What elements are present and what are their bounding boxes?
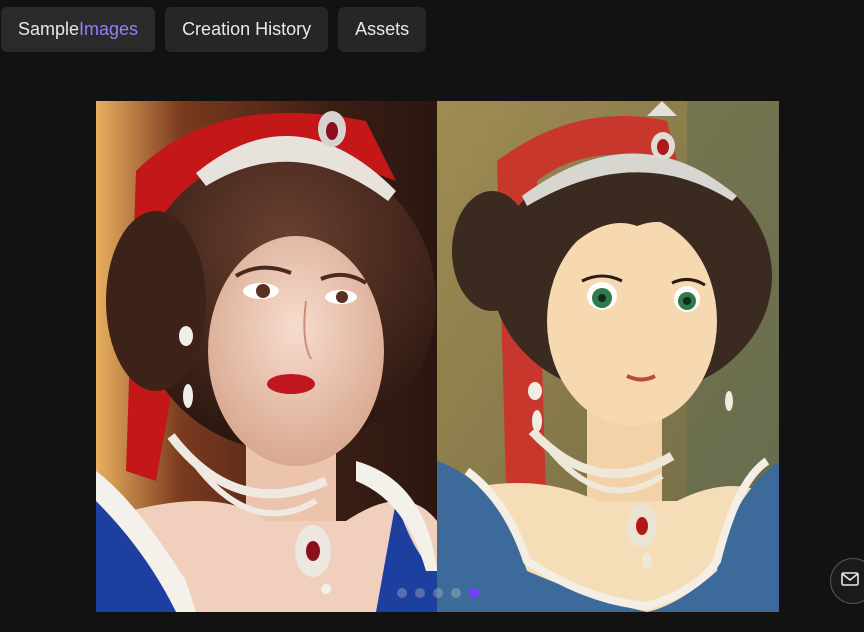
carousel-indicator	[397, 588, 479, 598]
anime-style-image	[437, 101, 779, 612]
page: Sample Images Creation History Assets	[0, 0, 864, 632]
carousel-dot[interactable]	[433, 588, 443, 598]
tab-label: Sample	[18, 19, 80, 39]
tab-bar: Sample Images Creation History Assets	[1, 7, 427, 52]
tab-creation-history[interactable]: Creation History	[165, 7, 329, 52]
carousel-dot-active[interactable]	[469, 588, 479, 598]
mail-icon	[841, 571, 859, 591]
tab-sample-images[interactable]: Sample Images	[1, 7, 156, 52]
tab-label: Assets	[355, 19, 410, 39]
carousel-dot[interactable]	[415, 588, 425, 598]
tab-assets[interactable]: Assets	[338, 7, 427, 52]
carousel-dot[interactable]	[451, 588, 461, 598]
tab-label-accent: Images	[79, 19, 139, 39]
original-photo-image	[96, 101, 437, 612]
contact-button[interactable]	[830, 558, 864, 604]
sample-image-viewer[interactable]	[96, 101, 779, 612]
carousel-dot[interactable]	[397, 588, 407, 598]
tab-label: Creation History	[182, 19, 312, 39]
